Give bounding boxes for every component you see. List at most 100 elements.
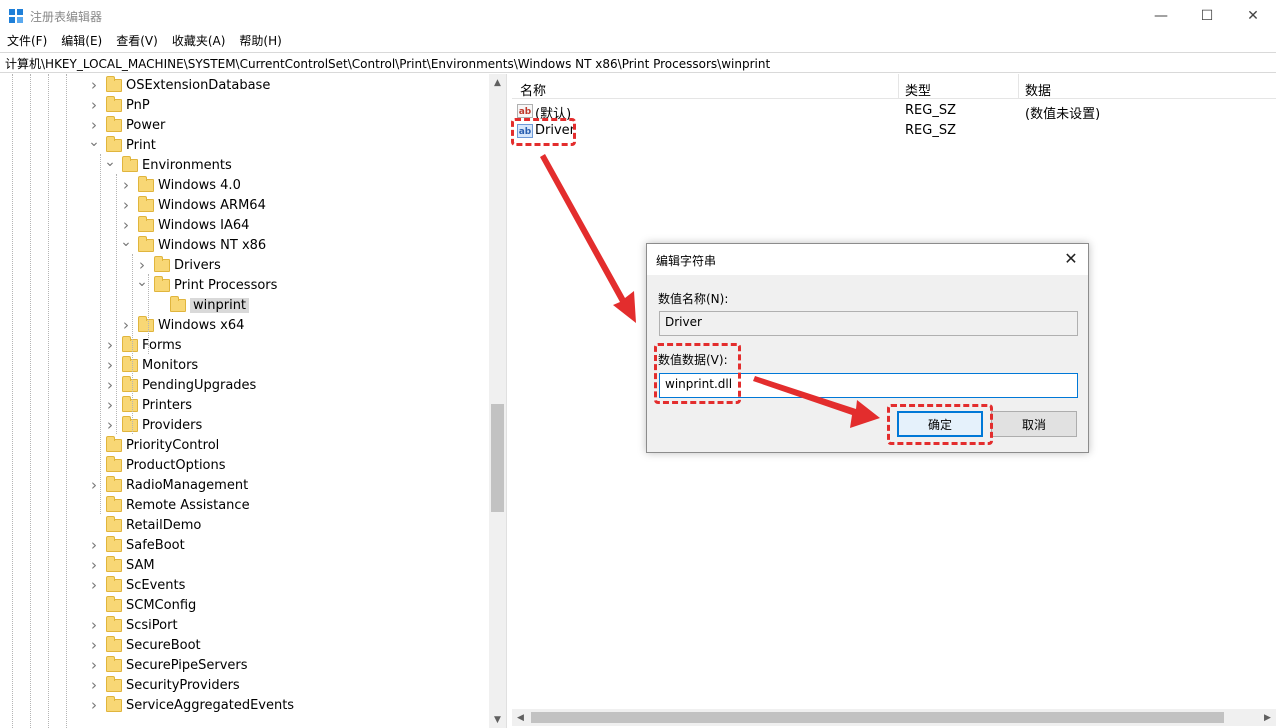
- tree-item[interactable]: › RadioManagement: [88, 475, 248, 495]
- chevron-right-icon[interactable]: ›: [104, 395, 116, 415]
- tree-item[interactable]: › Windows x64: [120, 315, 244, 335]
- chevron-right-icon[interactable]: ›: [88, 675, 100, 695]
- tree-item-label: Windows ARM64: [158, 197, 266, 213]
- folder-icon: [106, 635, 122, 652]
- chevron-right-icon[interactable]: ›: [104, 375, 116, 395]
- scroll-up-icon[interactable]: ▲: [489, 74, 506, 91]
- tree-item[interactable]: › SafeBoot: [88, 535, 185, 555]
- tree-item[interactable]: ⌄ Print: [88, 132, 156, 155]
- dialog-close-icon[interactable]: ✕: [1060, 248, 1082, 270]
- tree-item-label: RadioManagement: [126, 477, 249, 493]
- tree-item[interactable]: › SAM: [88, 555, 155, 575]
- chevron-right-icon[interactable]: ›: [120, 195, 132, 215]
- dialog-title-bar: 编辑字符串 ✕: [647, 244, 1088, 275]
- chevron-right-icon[interactable]: ›: [104, 335, 116, 355]
- chevron-right-icon[interactable]: ›: [88, 535, 100, 555]
- tree-item[interactable]: › SecureBoot: [88, 635, 201, 655]
- column-name[interactable]: 名称: [520, 80, 546, 99]
- chevron-right-icon[interactable]: ›: [104, 415, 116, 435]
- chevron-right-icon[interactable]: ›: [88, 615, 100, 635]
- chevron-right-icon[interactable]: ›: [104, 355, 116, 375]
- list-horizontal-scrollbar[interactable]: ◀ ▶: [512, 709, 1276, 726]
- scroll-left-icon[interactable]: ◀: [512, 709, 529, 726]
- scroll-right-icon[interactable]: ▶: [1259, 709, 1276, 726]
- tree-item[interactable]: › ScEvents: [88, 575, 185, 595]
- tree-item-label: SCMConfig: [126, 597, 197, 613]
- close-button[interactable]: ✕: [1230, 0, 1276, 31]
- tree-item[interactable]: › ScsiPort: [88, 615, 178, 635]
- tree-item[interactable]: › ServiceAggregatedEvents: [88, 695, 294, 715]
- chevron-right-icon[interactable]: ›: [120, 315, 132, 335]
- value-type: REG_SZ: [905, 123, 956, 138]
- chevron-right-icon[interactable]: ›: [88, 75, 100, 95]
- chevron-right-icon[interactable]: ›: [88, 555, 100, 575]
- menu-favorites[interactable]: 收藏夹(A): [165, 31, 233, 51]
- tree-item[interactable]: winprint: [152, 295, 250, 315]
- tree-item[interactable]: › SecurityProviders: [88, 675, 240, 695]
- chevron-down-icon[interactable]: ⌄: [136, 272, 148, 292]
- chevron-right-icon[interactable]: ›: [88, 575, 100, 595]
- tree-item[interactable]: › Windows ARM64: [120, 195, 266, 215]
- scroll-thumb[interactable]: [531, 712, 1224, 723]
- folder-icon: [122, 415, 138, 432]
- tree-guide-line: [30, 74, 31, 728]
- tree-item[interactable]: ⌄ Windows NT x86: [120, 232, 266, 255]
- tree-item[interactable]: › PnP: [88, 95, 150, 115]
- column-data[interactable]: 数据: [1025, 80, 1051, 99]
- scroll-down-icon[interactable]: ▼: [489, 711, 506, 728]
- tree-guide-line: [148, 274, 149, 354]
- folder-icon: [106, 675, 122, 692]
- tree-item[interactable]: › SecurePipeServers: [88, 655, 248, 675]
- tree-item[interactable]: › Providers: [104, 415, 202, 435]
- chevron-down-icon[interactable]: ⌄: [120, 232, 132, 252]
- menu-view[interactable]: 查看(V): [109, 31, 165, 51]
- tree-guide-line: [48, 74, 49, 728]
- column-type[interactable]: 类型: [905, 80, 931, 99]
- cancel-button[interactable]: 取消: [991, 411, 1077, 437]
- folder-icon: [138, 195, 154, 212]
- maximize-button[interactable]: ☐: [1184, 0, 1230, 31]
- chevron-right-icon[interactable]: ›: [88, 475, 100, 495]
- tree-item[interactable]: › Printers: [104, 395, 192, 415]
- minimize-button[interactable]: —: [1138, 0, 1184, 31]
- chevron-right-icon[interactable]: ›: [120, 175, 132, 195]
- address-bar[interactable]: 计算机\HKEY_LOCAL_MACHINE\SYSTEM\CurrentCon…: [0, 52, 1276, 73]
- tree-item[interactable]: › Drivers: [136, 255, 221, 275]
- tree-item[interactable]: Remote Assistance: [88, 495, 250, 515]
- chevron-down-icon[interactable]: ⌄: [104, 152, 116, 172]
- tree-item[interactable]: › OSExtensionDatabase: [88, 75, 270, 95]
- tree-item[interactable]: › PendingUpgrades: [104, 375, 256, 395]
- tree-item-label: SecurityProviders: [126, 677, 240, 693]
- window-title: 注册表编辑器: [30, 10, 103, 24]
- value-row-driver[interactable]: ab Driver REG_SZ: [512, 121, 1276, 141]
- tree-item-label: RetailDemo: [126, 517, 202, 533]
- menu-file[interactable]: 文件(F): [0, 31, 54, 51]
- tree-guide-line: [12, 74, 13, 728]
- tree-guide-line: [100, 154, 101, 514]
- tree-item[interactable]: SCMConfig: [88, 595, 196, 615]
- folder-icon: [106, 555, 122, 572]
- chevron-right-icon[interactable]: ›: [88, 95, 100, 115]
- tree-item[interactable]: ProductOptions: [88, 455, 226, 475]
- tree-item[interactable]: › Windows 4.0: [120, 175, 241, 195]
- scroll-thumb[interactable]: [491, 404, 504, 512]
- chevron-right-icon[interactable]: ›: [88, 635, 100, 655]
- tree-item[interactable]: RetailDemo: [88, 515, 201, 535]
- folder-icon: [106, 495, 122, 512]
- tree-item-label: SafeBoot: [126, 537, 185, 553]
- tree-item[interactable]: › Monitors: [104, 355, 198, 375]
- chevron-right-icon[interactable]: ›: [88, 695, 100, 715]
- chevron-right-icon[interactable]: ›: [88, 655, 100, 675]
- tree-item[interactable]: ⌄ Environments: [104, 152, 232, 175]
- chevron-down-icon[interactable]: ⌄: [88, 132, 100, 152]
- menu-help[interactable]: 帮助(H): [232, 31, 288, 51]
- tree-item-label: Windows x64: [158, 317, 245, 333]
- tree-vertical-scrollbar[interactable]: ▲ ▼: [489, 74, 506, 728]
- folder-icon: [106, 115, 122, 132]
- tree-item[interactable]: › Windows IA64: [120, 215, 249, 235]
- tree-item[interactable]: ⌄ Print Processors: [136, 272, 277, 295]
- menu-edit[interactable]: 编辑(E): [54, 31, 109, 51]
- tree-item-label: PendingUpgrades: [142, 377, 257, 393]
- value-row-default[interactable]: ab (默认) REG_SZ (数值未设置): [512, 101, 1276, 122]
- tree-item[interactable]: PriorityControl: [88, 435, 219, 455]
